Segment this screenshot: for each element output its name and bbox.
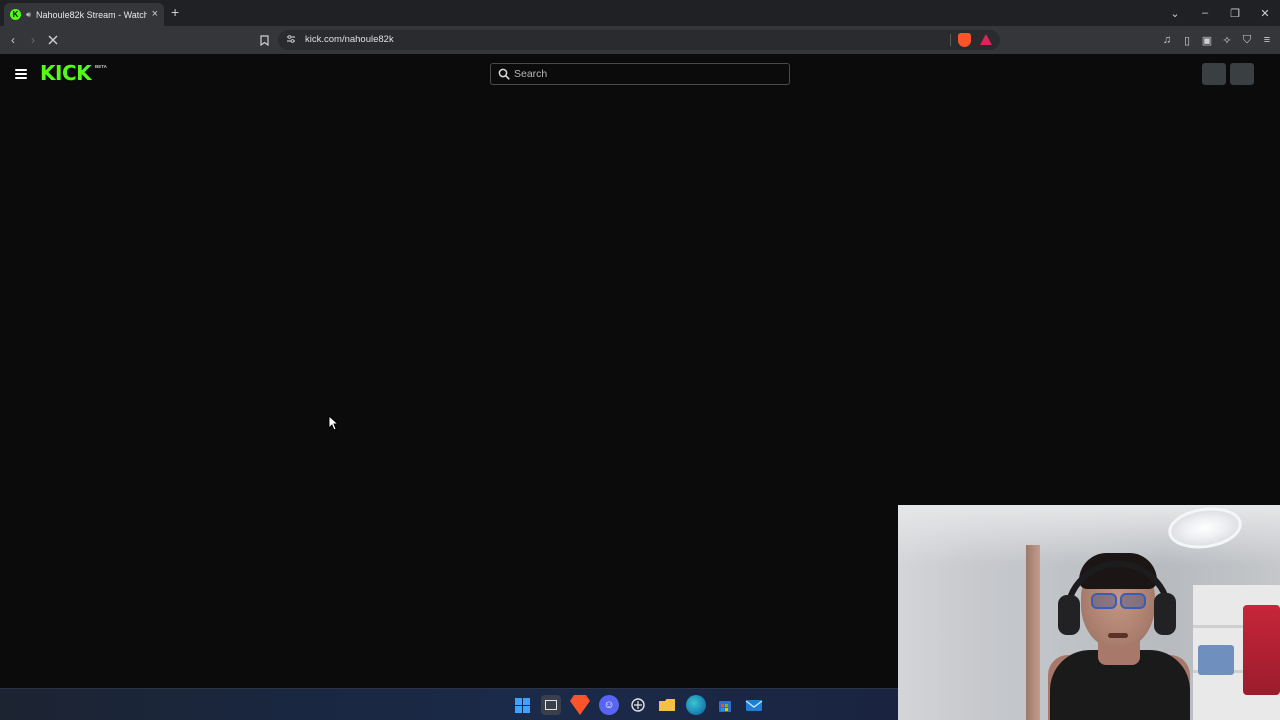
search-input[interactable]: [514, 67, 774, 81]
close-icon: [48, 35, 58, 45]
bookmark-button[interactable]: [256, 32, 272, 48]
webcam-overlay: [898, 505, 1280, 720]
site-info-icon[interactable]: [286, 34, 296, 47]
stop-reload-button[interactable]: [45, 32, 61, 48]
edge-icon[interactable]: [686, 695, 706, 715]
beta-badge: BETA: [95, 64, 107, 69]
headphones-earcup: [1058, 595, 1080, 635]
menu-icon[interactable]: ≡: [1260, 31, 1274, 49]
brave-rewards-icon[interactable]: [980, 34, 992, 45]
tab-close-icon[interactable]: ×: [152, 9, 158, 20]
url-separator: [950, 34, 951, 46]
wallet-icon[interactable]: ▣: [1200, 31, 1214, 49]
chatgpt-icon[interactable]: [628, 695, 648, 715]
clothes: [1198, 645, 1234, 675]
loading-skeleton-button: [1202, 63, 1226, 85]
window-controls: ⌄ – ❐ ✕: [1160, 0, 1280, 26]
tab-search-button[interactable]: ⌄: [1160, 0, 1190, 26]
mail-icon[interactable]: [744, 695, 764, 715]
loading-skeleton-button: [1230, 63, 1254, 85]
address-bar[interactable]: kick.com/nahoule82k: [278, 30, 1000, 50]
back-button[interactable]: ‹: [5, 32, 21, 48]
door-frame: [1026, 545, 1040, 720]
close-window-button[interactable]: ✕: [1250, 0, 1280, 26]
vpn-icon[interactable]: ⛉: [1240, 31, 1254, 49]
restore-button[interactable]: ❐: [1220, 0, 1250, 26]
toolbar-right-icons: ♫ ▯ ▣ ✧ ⛉ ≡: [1160, 31, 1274, 49]
browser-toolbar: ‹ › kick.com/nahoule82k ♫ ▯ ▣ ✧ ⛉ ≡: [0, 26, 1280, 54]
new-tab-button[interactable]: +: [171, 5, 179, 19]
kick-favicon-icon: K: [10, 9, 21, 20]
discord-icon[interactable]: ☺: [599, 695, 619, 715]
microsoft-store-icon[interactable]: [715, 695, 735, 715]
mouse-cursor-icon: [328, 415, 338, 431]
sidebar-icon[interactable]: ▯: [1180, 31, 1194, 49]
search-box[interactable]: [490, 63, 790, 85]
task-view-icon[interactable]: [541, 695, 561, 715]
minimize-button[interactable]: –: [1190, 0, 1220, 26]
tab-title: Nahoule82k Stream - Watch: [36, 9, 147, 20]
hamburger-menu-icon[interactable]: [15, 69, 27, 79]
browser-tab-strip: K 🔊︎ Nahoule82k Stream - Watch × + ⌄ – ❐…: [0, 0, 1280, 26]
search-icon: [498, 68, 510, 80]
hanging-clothes: [1243, 605, 1280, 695]
brave-browser-icon[interactable]: [570, 695, 590, 715]
file-explorer-icon[interactable]: [657, 695, 677, 715]
windows-start-icon[interactable]: [512, 695, 532, 715]
streamer-mouth: [1108, 633, 1128, 638]
windows-taskbar: ☺: [0, 688, 898, 720]
kick-logo[interactable]: KICK: [40, 62, 92, 84]
forward-button[interactable]: ›: [25, 32, 41, 48]
leo-icon[interactable]: ✧: [1220, 31, 1234, 49]
bookmark-icon: [259, 34, 269, 46]
kick-header: KICK BETA: [0, 54, 1280, 94]
brave-shields-icon[interactable]: [958, 33, 971, 47]
speaker-icon[interactable]: 🔊︎: [26, 10, 31, 20]
browser-tab-active[interactable]: K 🔊︎ Nahoule82k Stream - Watch ×: [4, 3, 164, 26]
url-text[interactable]: kick.com/nahoule82k: [305, 34, 394, 45]
media-icon[interactable]: ♫: [1160, 31, 1174, 49]
headphones-earcup: [1154, 593, 1176, 635]
